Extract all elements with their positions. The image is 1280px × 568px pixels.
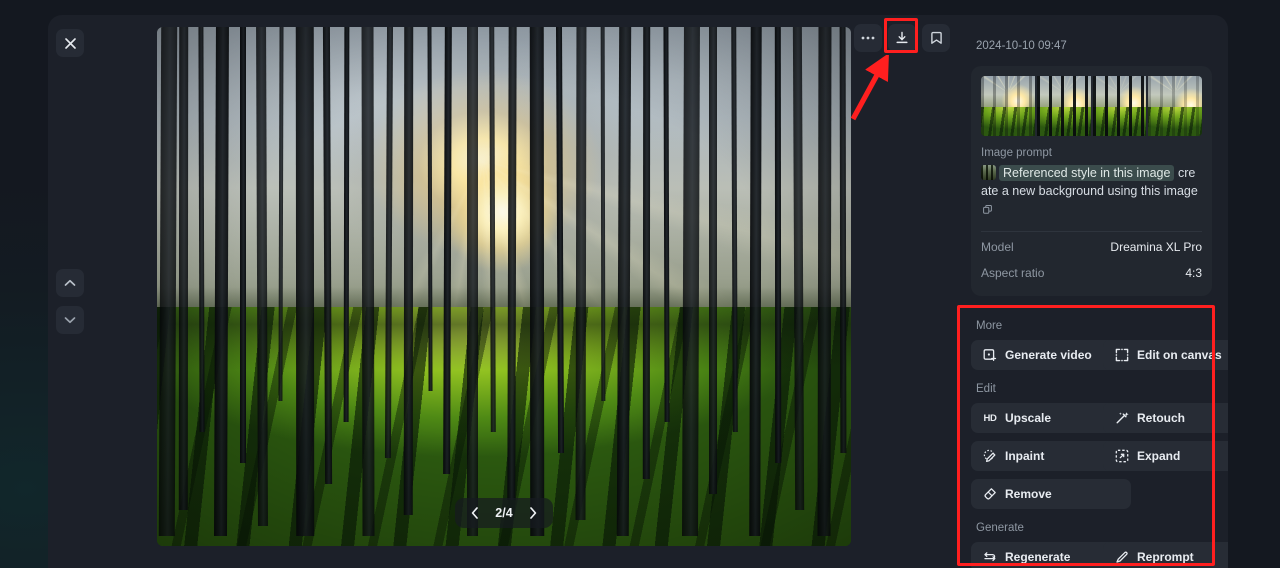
image-detail-modal: 2/4 2024-10-10 09:47 Image prompt Refere… [48,15,1228,568]
section-label-more: More [976,320,1003,332]
previous-item-button[interactable] [56,269,84,297]
pager-next-button[interactable] [523,502,543,524]
expand-button[interactable]: Expand [1103,441,1228,471]
close-button[interactable] [56,29,84,57]
chevron-up-icon [64,279,76,286]
reprompt-button[interactable]: Reprompt [1103,542,1228,568]
inpaint-label: Inpaint [1005,449,1045,463]
prompt-card: Image prompt Referenced style in this im… [971,66,1212,296]
pager-prev-button[interactable] [465,502,485,524]
section-label-generate: Generate [976,522,1024,534]
reprompt-label: Reprompt [1137,550,1194,564]
edit-on-canvas-button[interactable]: Edit on canvas [1103,340,1228,370]
refresh-loop-icon [983,550,997,564]
video-frame-plus-icon [983,348,997,362]
eraser-icon [983,487,997,501]
section-label-edit: Edit [976,383,996,395]
edit-button-grid: HD Upscale Retouch Inpaint Expand Remove [971,403,1228,509]
actions-panel: More Generate video Edit on canvas Edit … [955,320,1228,568]
grid-spacer [1103,479,1223,509]
card-divider [981,231,1202,232]
image-pager: 2/4 [455,498,553,528]
remove-label: Remove [1005,487,1052,501]
download-button[interactable] [888,24,916,52]
forest-sunbeam-photo [157,27,851,546]
reference-image-thumb-icon [981,165,996,180]
thumbnail-2[interactable] [1036,76,1091,136]
meta-key-aspect-ratio: Aspect ratio [981,266,1045,280]
more-options-button[interactable] [854,24,882,52]
image-toolbar [854,24,950,52]
next-item-button[interactable] [56,306,84,334]
upscale-label: Upscale [1005,411,1052,425]
retouch-button[interactable]: Retouch [1103,403,1228,433]
thumbnail-3[interactable] [1092,76,1147,136]
regenerate-label: Regenerate [1005,550,1071,564]
more-button-grid: Generate video Edit on canvas [971,340,1228,370]
meta-key-model: Model [981,240,1014,254]
reference-style-chip[interactable]: Referenced style in this image [999,165,1175,181]
inpaint-brush-icon [983,449,997,463]
image-stage: 2/4 [48,15,955,568]
hd-icon: HD [983,412,997,424]
chevron-left-icon [471,507,478,519]
meta-row: Aspect ratio 4:3 [981,260,1202,286]
copy-icon[interactable] [983,201,992,219]
generate-video-label: Generate video [1005,348,1092,362]
magic-wand-icon [1115,411,1129,425]
meta-value-aspect-ratio: 4:3 [1185,266,1202,280]
retouch-label: Retouch [1137,411,1185,425]
close-icon [64,37,76,49]
ellipsis-icon [861,36,875,40]
pager-count: 2/4 [495,506,513,520]
meta-row: Model Dreamina XL Pro [981,234,1202,260]
download-icon [896,31,908,44]
generate-button-grid: Regenerate Reprompt [971,542,1228,568]
bookmark-icon [930,31,942,44]
expand-label: Expand [1137,449,1181,463]
prompt-label: Image prompt [981,147,1052,159]
chevron-right-icon [530,507,537,519]
expand-frame-icon [1115,449,1129,463]
bookmark-button[interactable] [922,24,950,52]
crop-corners-icon [1115,348,1129,362]
meta-value-model: Dreamina XL Pro [1110,240,1202,254]
thumbnail-4[interactable] [1148,76,1202,136]
result-thumbnail-strip [981,76,1202,136]
generation-timestamp: 2024-10-10 09:47 [976,40,1067,52]
hero-image[interactable]: 2/4 [157,27,851,546]
thumbnail-1[interactable] [981,76,1035,136]
chevron-down-icon [64,317,76,324]
pencil-icon [1115,550,1129,564]
prompt-text-block: Referenced style in this image create a … [981,164,1202,219]
edit-on-canvas-label: Edit on canvas [1137,348,1222,362]
vignette [157,27,851,546]
